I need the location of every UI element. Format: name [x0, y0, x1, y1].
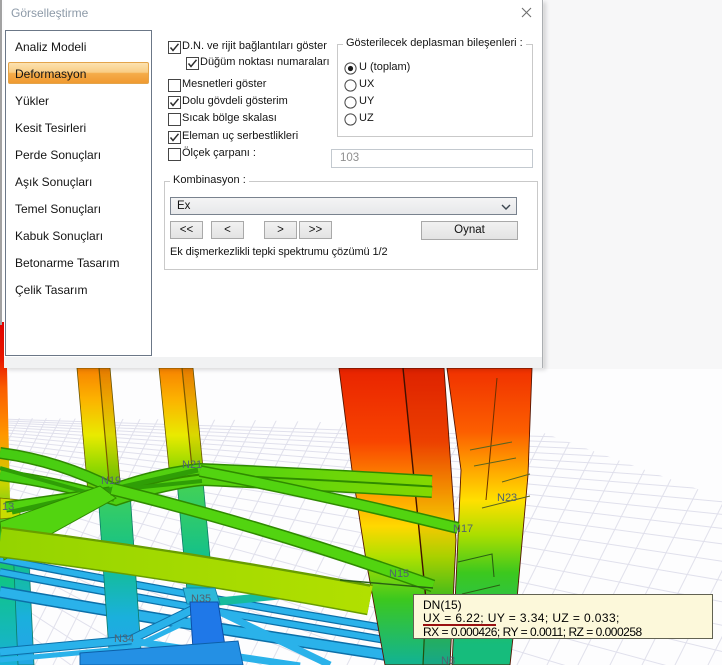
svg-text:N3: N3 — [441, 655, 455, 665]
svg-text:N19: N19 — [101, 475, 121, 487]
svg-text:13: 13 — [2, 501, 14, 513]
svg-text:N15: N15 — [389, 568, 409, 580]
svg-text:N23: N23 — [497, 492, 517, 504]
svg-text:N34: N34 — [114, 633, 134, 645]
svg-text:N17: N17 — [453, 523, 473, 535]
svg-text:N35: N35 — [191, 593, 211, 605]
svg-text:N21: N21 — [182, 459, 202, 471]
